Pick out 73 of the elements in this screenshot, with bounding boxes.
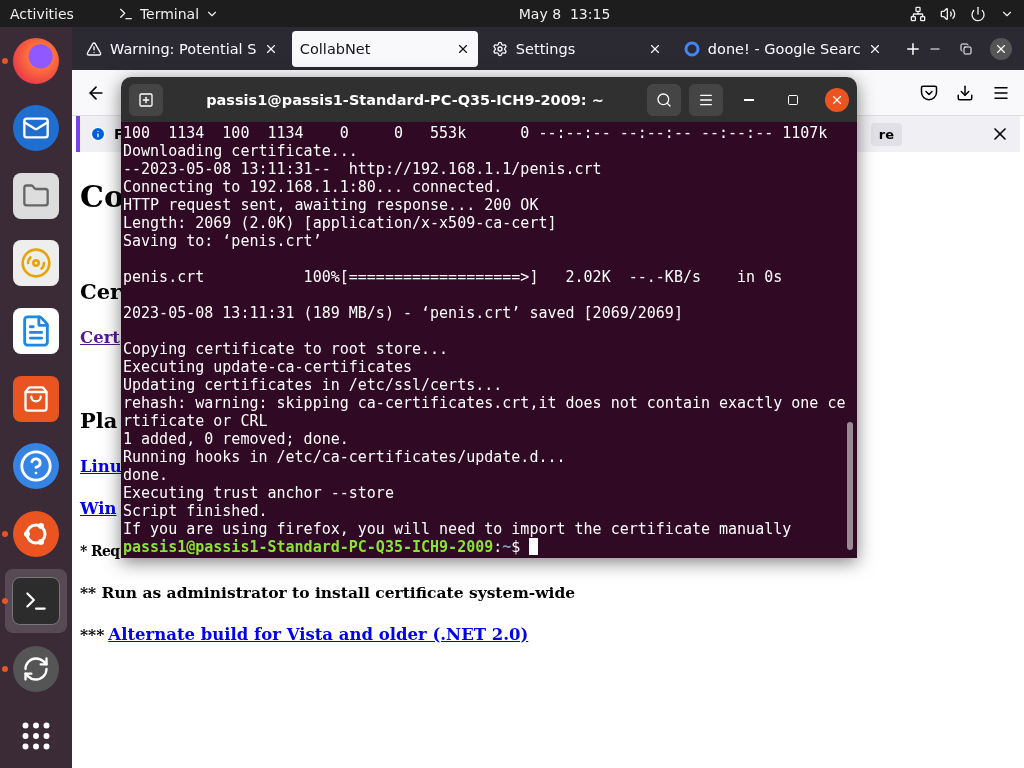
network-icon[interactable]: [910, 5, 926, 22]
note-text: ***: [80, 624, 105, 646]
terminal-output-line: Copying certificate to root store...: [123, 340, 450, 358]
restore-icon[interactable]: [960, 42, 972, 55]
ubuntu-logo-icon: [13, 510, 59, 557]
terminal-output-line: rtificate or CRL: [123, 412, 269, 430]
browser-icon: [13, 37, 59, 84]
prompt-path: ~: [502, 538, 512, 556]
note-text: * Req: [80, 542, 120, 561]
terminal-output-line: done.: [123, 466, 170, 484]
volume-icon[interactable]: [940, 5, 956, 22]
section-heading: Pla: [80, 408, 118, 433]
download-link[interactable]: Linu: [80, 455, 122, 479]
browser-tab[interactable]: Warning: Potential S: [78, 30, 286, 67]
maximize-icon: [787, 93, 799, 106]
terminal-output-line: Updating certificates in /etc/ssl/certs...: [123, 376, 504, 394]
plus-square-icon: [138, 91, 154, 108]
window-title: passis1@passis1-Standard-PC-Q35-ICH9-2009: ~: [205, 91, 605, 108]
prompt-separator: :: [493, 538, 503, 556]
prompt-user-host: passis1@passis1-Standard-PC-Q35-ICH9-2009: [123, 538, 494, 556]
terminal-icon: [12, 577, 60, 626]
terminal-output-line: --2023-05-08 13:11:31-- http://192.168.1.1/penis.crt: [123, 160, 603, 178]
app-menu[interactable]: Terminal: [117, 5, 220, 22]
terminal-output-line: 2023-05-08 13:11:31 (189 MB/s) - ‘penis.crt’ saved [2069/2069]: [123, 304, 684, 322]
settings-icon: [491, 40, 508, 57]
warning-icon: [86, 40, 102, 57]
terminal-output-line: Length: 2069 (2.0K) [application/x-x509-ca-cert]: [123, 214, 558, 232]
terminal-output-line: If you are using firefox, you will need to import the certificate manually: [123, 520, 793, 538]
download-link[interactable]: Win: [80, 497, 117, 521]
terminal-output-line: Script finished.: [123, 502, 269, 520]
download-link[interactable]: Alternate build for Vista and older (.NET 2.0): [108, 623, 529, 647]
download-link[interactable]: Cert: [80, 326, 120, 350]
terminal-output-line: Downloading certificate...: [123, 142, 359, 160]
power-icon[interactable]: [970, 5, 986, 22]
terminal-output-line: 100 1134 100 1134 0 0 553k 0 --:--:-- --:--:-- --:--:-- 1107k: [123, 124, 829, 142]
scrollbar[interactable]: [847, 422, 853, 550]
prompt-symbol: $: [511, 538, 521, 556]
minimize-icon: [744, 98, 754, 101]
search-button[interactable]: [647, 83, 681, 116]
close-button[interactable]: [990, 37, 1012, 60]
terminal-output-line: Running hooks in /etc/ca-certificates/update.d...: [123, 448, 567, 466]
help-icon: [13, 443, 59, 490]
terminal-output-line: Saving to: ‘penis.crt’: [123, 232, 323, 250]
notification-button[interactable]: re: [870, 122, 902, 146]
speaker-icon: [13, 240, 59, 287]
terminal-output-line: 1 added, 0 removed; done.: [123, 430, 350, 448]
browser-tab[interactable]: done! - Google Searc: [675, 30, 891, 67]
shopping-bag-icon: [13, 375, 59, 422]
search-icon: [656, 91, 672, 108]
clock[interactable]: May 8 13:15: [225, 5, 904, 22]
document-icon: [13, 307, 59, 354]
page-heading: Co: [80, 179, 124, 214]
new-tab-button[interactable]: [129, 83, 163, 116]
info-icon: [90, 126, 106, 142]
pocket-icon[interactable]: [920, 83, 938, 102]
close-button[interactable]: [825, 87, 849, 112]
terminal-output-line: Connecting to 192.168.1.1:80... connected.: [123, 178, 504, 196]
section-heading: Cer: [80, 279, 122, 304]
menu-button[interactable]: [689, 83, 723, 116]
browser-tab[interactable]: Settings: [483, 30, 670, 67]
terminal-output-line: penis.crt 100%[===================>] 2.02K --.-KB/s in 0s: [123, 268, 784, 286]
mail-icon: [13, 105, 59, 152]
browser-tab[interactable]: CollabNet: [291, 30, 478, 67]
terminal-output-line: Executing update-ca-certificates: [123, 358, 413, 376]
terminal-output-line: HTTP request sent, awaiting response... 200 OK: [123, 196, 540, 214]
download-icon[interactable]: [956, 83, 974, 102]
terminal-output-line: Executing trust anchor --store: [123, 484, 395, 502]
note-text: ** Run as administrator to install certificate system-wide: [80, 582, 576, 604]
folder-icon: [13, 172, 59, 219]
terminal-output-line: rehash: warning: skipping ca-certificates.crt,it does not contain exactly one ce: [123, 394, 847, 412]
activities-button[interactable]: Activities: [10, 5, 74, 22]
updater-icon: [13, 645, 59, 692]
text-cursor: [529, 538, 539, 555]
